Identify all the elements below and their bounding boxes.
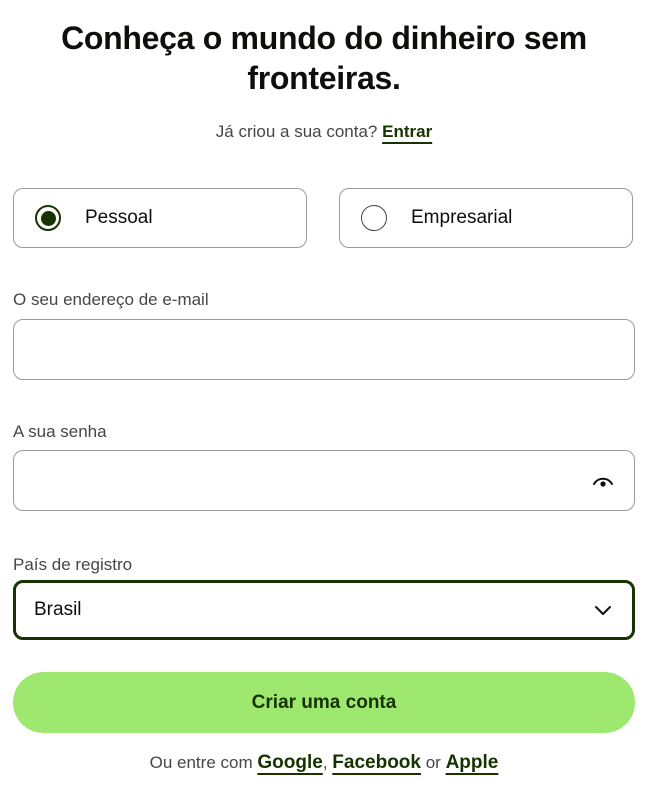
email-label: O seu endereço de e-mail [13, 290, 209, 309]
account-type-business-option[interactable]: Empresarial [339, 188, 633, 248]
social-or-text: or [425, 753, 441, 772]
country-label: País de registro [13, 555, 133, 574]
facebook-login-link[interactable]: Facebook [332, 752, 421, 773]
social-separator: , [322, 753, 328, 772]
password-field[interactable] [14, 451, 594, 510]
account-type-personal-label: Pessoal [85, 207, 153, 228]
create-account-button[interactable]: Criar uma conta [13, 672, 635, 733]
email-field-box[interactable] [13, 319, 635, 380]
signin-prompt-text: Já criou a sua conta? [215, 122, 378, 141]
radio-unchecked-icon[interactable] [361, 205, 387, 231]
country-select[interactable]: Brasil [13, 580, 635, 640]
country-select-value: Brasil [34, 599, 82, 620]
signin-link[interactable]: Entrar [382, 122, 432, 141]
signin-prompt-row: Já criou a sua conta? Entrar [0, 122, 648, 142]
password-label: A sua senha [13, 422, 107, 441]
chevron-down-icon [595, 606, 611, 615]
account-type-personal-option[interactable]: Pessoal [13, 188, 307, 248]
email-field[interactable] [14, 320, 594, 379]
google-login-link[interactable]: Google [257, 752, 322, 773]
apple-login-link[interactable]: Apple [446, 752, 499, 773]
page-title: Conheça o mundo do dinheiro sem fronteir… [0, 18, 648, 98]
social-login-row: Ou entre com Google, Facebook or Apple [0, 752, 648, 774]
password-field-box[interactable] [13, 450, 635, 511]
radio-dot [40, 210, 56, 226]
page-title-line-1: Conheça o mundo do dinheiro sem [61, 20, 587, 56]
radio-checked-icon[interactable] [35, 205, 61, 231]
eye-icon[interactable] [592, 471, 614, 493]
account-type-business-label: Empresarial [411, 207, 513, 228]
page-title-line-2: fronteiras. [247, 60, 401, 96]
social-prefix-text: Ou entre com [149, 753, 253, 772]
